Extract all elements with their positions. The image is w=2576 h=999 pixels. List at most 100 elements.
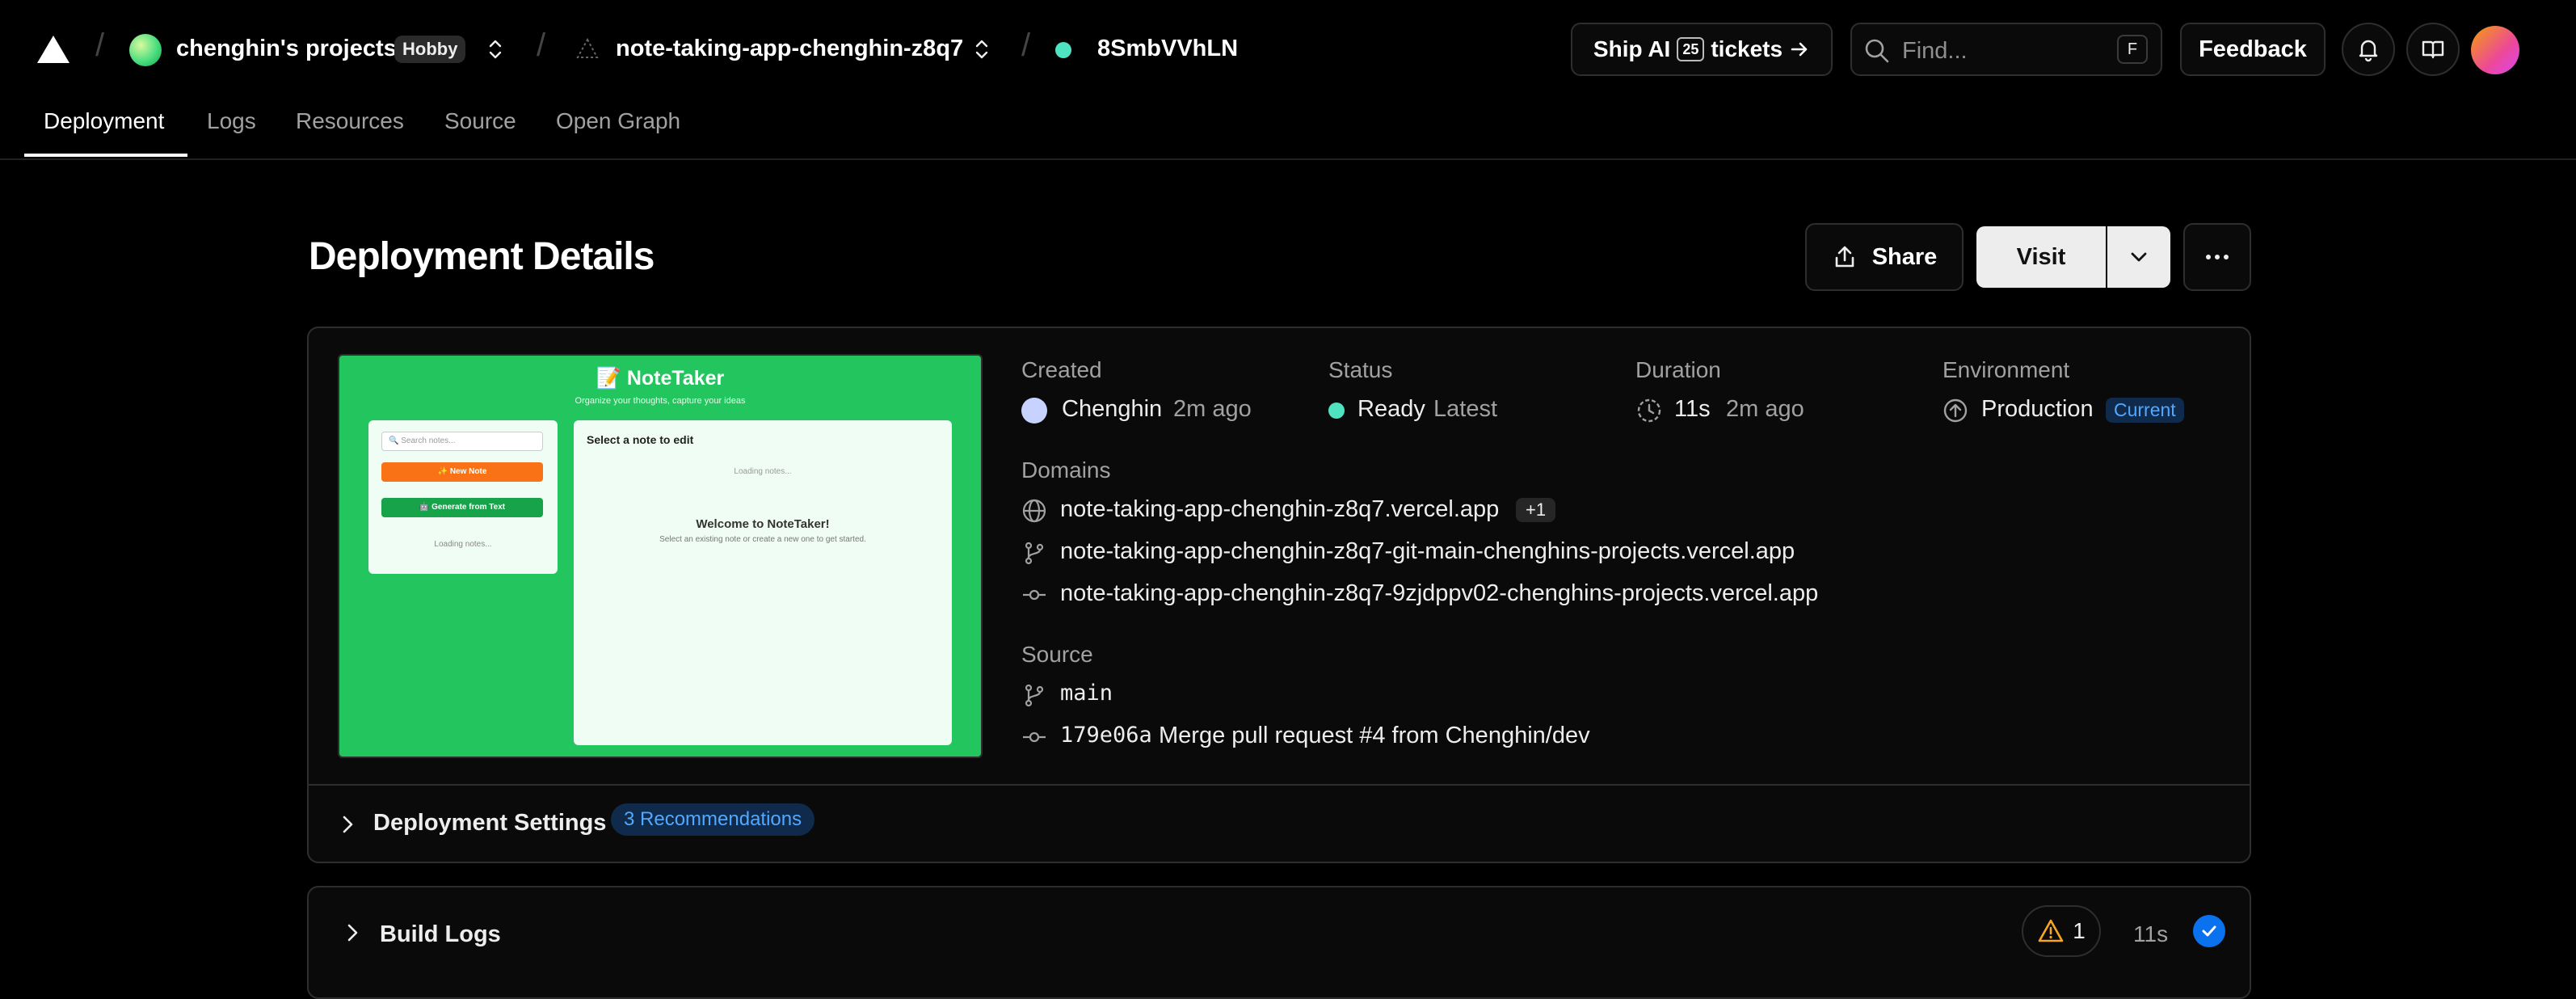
feedback-button[interactable]: Feedback (2180, 23, 2326, 76)
ship-ai-tickets-button[interactable]: Ship AI 25 tickets (1571, 23, 1833, 76)
arrow-right-icon (1791, 42, 1808, 57)
separator-slash: / (95, 27, 105, 63)
created-label: Created (1021, 357, 1102, 382)
source-label: Source (1021, 642, 1093, 667)
commit-message[interactable]: Merge pull request #4 from Chenghin/dev (1159, 723, 1590, 749)
deployment-preview[interactable]: 📝 NoteTaker Organize your thoughts, capt… (338, 354, 983, 758)
timer-icon (1637, 398, 1661, 423)
current-badge: Current (2106, 398, 2184, 423)
separator-slash: / (1021, 27, 1031, 63)
recommendations-badge[interactable]: 3 Recommendations (611, 803, 815, 836)
share-button[interactable]: Share (1805, 223, 1964, 291)
team-switcher-icon[interactable] (488, 37, 503, 61)
preview-loading: Loading notes... (434, 540, 492, 549)
preview-editor-panel: Select a note to edit Loading notes... W… (574, 420, 952, 745)
vercel-logo-icon[interactable] (37, 36, 69, 63)
preview-app-subtitle: Organize your thoughts, capture your ide… (575, 396, 746, 406)
page-title: Deployment Details (309, 235, 655, 278)
ship-ai-count: 25 (1677, 37, 1705, 61)
git-commit-icon (1023, 731, 1046, 743)
ship-ai-suffix: tickets (1711, 36, 1783, 61)
docs-button[interactable] (2406, 23, 2460, 76)
preview-generate: 🤖 Generate from Text (381, 498, 543, 517)
deployment-card: 📝 NoteTaker Organize your thoughts, capt… (307, 327, 2251, 863)
find-placeholder: Find... (1902, 38, 1968, 64)
deployment-status-dot (1055, 42, 1071, 58)
chevron-right-icon (343, 816, 353, 833)
preview-welcome: Welcome to NoteTaker! (696, 517, 830, 531)
deployment-settings-label: Deployment Settings (373, 810, 607, 836)
separator-slash: / (537, 27, 546, 63)
search-icon (1865, 39, 1889, 63)
build-logs-label: Build Logs (380, 921, 501, 947)
project-name[interactable]: note-taking-app-chenghin-z8q7 (616, 36, 963, 62)
status-value: Ready (1357, 396, 1425, 422)
status-label: Status (1328, 357, 1393, 382)
more-actions-button[interactable] (2183, 223, 2251, 291)
status-tag: Latest (1433, 396, 1497, 422)
chevron-right-icon (347, 924, 358, 942)
ellipsis-icon (2206, 255, 2229, 259)
build-success-check-icon (2193, 915, 2225, 947)
team-avatar[interactable] (129, 34, 162, 66)
duration-value: 11s (1674, 396, 1711, 422)
find-shortcut-key: F (2117, 35, 2148, 64)
domains-label: Domains (1021, 457, 1111, 483)
tab-source[interactable]: Source (444, 108, 516, 150)
bell-icon (2359, 40, 2378, 62)
tab-logs[interactable]: Logs (207, 108, 256, 150)
preview-loading: Loading notes... (734, 467, 792, 476)
share-icon (1835, 246, 1854, 268)
environment-value: Production (1981, 396, 2094, 422)
warnings-pill[interactable]: 1 (2022, 905, 2101, 957)
preview-sidebar-panel: 🔍 Search notes... ✨ New Note 🤖 Generate … (368, 420, 558, 574)
notifications-button[interactable] (2342, 23, 2395, 76)
preview-app-title: 📝 NoteTaker (596, 367, 725, 390)
user-avatar[interactable] (2471, 26, 2519, 74)
production-arrow-icon (1943, 398, 1968, 423)
preview-new-note: ✨ New Note (381, 462, 543, 482)
creator-avatar (1021, 398, 1047, 424)
git-branch-icon (1025, 542, 1044, 565)
environment-label: Environment (1943, 357, 2070, 382)
visit-button[interactable]: Visit (1976, 226, 2106, 288)
share-label: Share (1871, 243, 1938, 270)
ready-status-dot (1328, 403, 1345, 419)
globe-icon (1022, 499, 1046, 523)
active-tab-indicator (24, 154, 187, 157)
book-icon (2422, 40, 2444, 59)
commit-hash[interactable]: 179e06a (1060, 723, 1152, 748)
creator-name[interactable]: Chenghin (1062, 396, 1162, 423)
preview-hint: Select an existing note or create a new … (659, 535, 866, 544)
git-branch-icon (1025, 684, 1044, 707)
warnings-count: 1 (2073, 918, 2086, 943)
domain-branch-link[interactable]: note-taking-app-chenghin-z8q7-git-main-c… (1060, 538, 1795, 565)
domains-more-badge[interactable]: +1 (1516, 498, 1556, 522)
duration-label: Duration (1635, 357, 1721, 382)
project-switcher-icon[interactable] (974, 37, 989, 61)
project-triangle-icon (576, 37, 599, 58)
top-bar: / chenghin's projects Hobby / note-takin… (0, 0, 2576, 100)
domain-primary-link[interactable]: note-taking-app-chenghin-z8q7.vercel.app (1060, 496, 1499, 523)
plan-badge: Hobby (394, 36, 466, 63)
deployment-tabs: Deployment Logs Resources Source Open Gr… (0, 100, 2576, 160)
build-duration: 11s (2133, 921, 2169, 946)
warning-icon (2038, 919, 2064, 942)
visit-dropdown-button[interactable] (2107, 226, 2170, 288)
preview-select-prompt: Select a note to edit (587, 433, 694, 446)
git-commit-icon (1023, 589, 1046, 601)
find-input[interactable]: Find... F (1850, 23, 2162, 76)
domain-commit-link[interactable]: note-taking-app-chenghin-z8q7-9zjdppv02-… (1060, 580, 1818, 607)
duration-ago: 2m ago (1726, 396, 1804, 422)
tab-resources[interactable]: Resources (296, 108, 404, 150)
build-logs-card[interactable]: Build Logs 1 11s (307, 886, 2251, 999)
chevron-down-icon (2131, 252, 2147, 262)
deployment-settings-row[interactable]: Deployment Settings 3 Recommendations (309, 786, 2250, 862)
deployment-id[interactable]: 8SmbVVhLN (1097, 36, 1238, 62)
ship-ai-label: Ship AI (1593, 36, 1671, 61)
source-branch[interactable]: main (1060, 681, 1113, 706)
team-name[interactable]: chenghin's projects (176, 36, 397, 62)
tab-deployment[interactable]: Deployment (44, 108, 164, 150)
created-ago: 2m ago (1173, 396, 1252, 422)
tab-open-graph[interactable]: Open Graph (556, 108, 680, 150)
